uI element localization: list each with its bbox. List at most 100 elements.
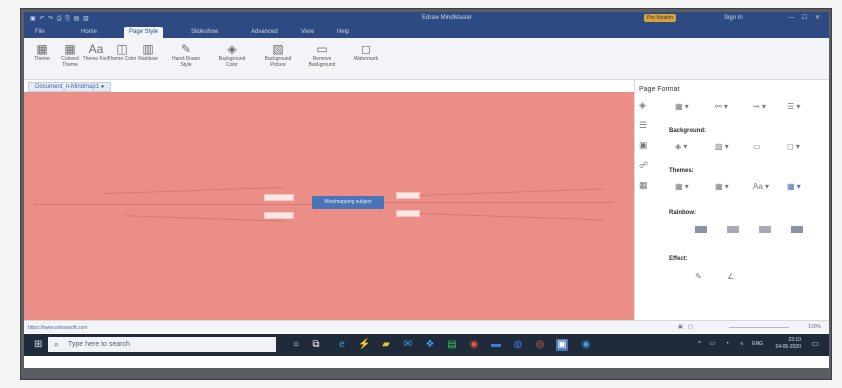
clock-date[interactable]: 24-05-2020	[775, 344, 801, 351]
rainbow-button[interactable]: ▥ Rainbow	[132, 42, 164, 62]
format-icon[interactable]: ◈	[639, 100, 646, 111]
sign-in-link[interactable]: Sign In	[724, 15, 743, 21]
watermark-icon[interactable]: ◻ ▾	[787, 142, 800, 151]
watermark-label: Watermark	[353, 56, 379, 62]
bolt-icon[interactable]: ⚡	[358, 339, 370, 351]
quick-access-toolbar[interactable]: ▣ ↶ ↷ ⎙ ⎘ ▤ ▥	[30, 15, 90, 23]
theme-label: Theme	[34, 56, 50, 62]
dropbox-icon[interactable]: ❖	[424, 339, 436, 351]
pro-version-badge[interactable]: Pro Version	[644, 14, 676, 22]
remove-bg-icon[interactable]: ▭	[753, 142, 761, 151]
remove-background-label: Remove Background	[308, 56, 336, 68]
tab-page-style[interactable]: Page Style	[124, 27, 164, 38]
remove-background-button[interactable]: ▭ Remove Background	[302, 42, 342, 68]
list-icon[interactable]: ☰	[639, 120, 647, 131]
title-bar: ▣ ↶ ↷ ⎙ ⎘ ▤ ▥ Edraw MindMaster Pro Versi…	[24, 12, 829, 26]
app-icon[interactable]: ▤	[446, 339, 458, 351]
themes-heading: Themes:	[669, 168, 694, 174]
main-topic-node[interactable]	[396, 192, 420, 199]
mindmap-canvas[interactable]: Mindmapping subject	[24, 92, 634, 320]
main-topic-node[interactable]	[264, 212, 294, 219]
taskbar-search-box[interactable]: ⌕ Type here to search	[48, 337, 276, 352]
picture-icon[interactable]: ▧ ▾	[715, 142, 729, 151]
file-explorer-icon[interactable]: ▰	[380, 339, 392, 351]
screen: ▣ ↶ ↷ ⎙ ⎘ ▤ ▥ Edraw MindMaster Pro Versi…	[24, 12, 829, 368]
language-indicator[interactable]: ENG	[752, 341, 763, 348]
hand-drawn-effect-icon[interactable]: ✎	[695, 272, 702, 281]
ribbon: ▦ Theme ▦ Colored Theme Aa Theme Font ◫ Them…	[24, 38, 829, 80]
branch-line	[34, 204, 314, 205]
branch-line	[404, 212, 604, 221]
document-tab[interactable]: Document_n-Mindmap1 ●	[28, 82, 112, 92]
chevron-up-icon[interactable]: ^	[698, 341, 701, 348]
zoom-level[interactable]: 100%	[808, 324, 821, 330]
windows-start-icon[interactable]: ⊞	[34, 339, 42, 350]
rainbow-option[interactable]	[791, 226, 803, 233]
panel-title: Page Format	[639, 86, 680, 93]
app-icon[interactable]: ▬	[490, 339, 502, 351]
tab-file[interactable]: File	[30, 27, 50, 38]
zoom-slider[interactable]	[729, 327, 789, 328]
theme-icon[interactable]: ▦ ▾	[675, 182, 689, 191]
rainbow-option[interactable]	[727, 226, 739, 233]
tab-advanced[interactable]: Advanced	[246, 27, 283, 38]
image-icon[interactable]: ▣	[639, 140, 648, 151]
rainbow-icon: ▥	[142, 42, 154, 56]
window-controls[interactable]: — ☐ ✕	[788, 14, 823, 21]
main-topic-node[interactable]	[264, 194, 294, 201]
tab-view[interactable]: View	[296, 27, 319, 38]
paint-bucket-icon: ◈	[227, 42, 237, 56]
website-link[interactable]: https://www.edrawsoft.com	[28, 325, 87, 331]
tab-home[interactable]: Home	[76, 27, 102, 38]
background-picture-button[interactable]: ▧ Background Picture	[258, 42, 298, 68]
line-effect-icon[interactable]: ∠	[727, 272, 734, 281]
background-picture-label: Background Picture	[264, 56, 292, 68]
background-color-button[interactable]: ◈ Background Color	[212, 42, 252, 68]
font-icon[interactable]: Aa ▾	[753, 182, 769, 191]
background-color-label: Background Color	[218, 56, 246, 68]
color-theme-icon[interactable]: ▦ ▾	[787, 182, 801, 191]
system-tray: ^ ▭ ◔ ◃ ENG 23:10 24-05-2020 ▭	[698, 337, 821, 351]
hand-drawn-style-label: Hand-Drawn Style	[171, 56, 201, 68]
tab-slideshow[interactable]: Slideshow	[186, 27, 223, 38]
battery-icon[interactable]: ▭	[709, 341, 715, 348]
align-icon[interactable]: ☰ ▾	[787, 102, 800, 111]
tab-help[interactable]: Help	[332, 27, 354, 38]
share-icon[interactable]: ☍	[639, 160, 648, 171]
mindmaster-icon[interactable]: ▣	[556, 339, 568, 351]
clock-time[interactable]: 23:10	[775, 337, 801, 344]
rainbow-option[interactable]	[695, 226, 707, 233]
mail-icon[interactable]: ✉	[402, 339, 414, 351]
network-icon[interactable]: ◔	[725, 341, 729, 348]
chrome-icon[interactable]: ◉	[468, 339, 480, 351]
app-title: Edraw MindMaster	[422, 15, 473, 21]
rainbow-option[interactable]	[759, 226, 771, 233]
cortana-icon[interactable]: ○	[290, 339, 302, 351]
notification-icon[interactable]: ▭	[811, 340, 819, 348]
main-topic-node[interactable]	[396, 210, 420, 217]
colored-theme-icon[interactable]: ▦ ▾	[715, 182, 729, 191]
fill-icon[interactable]: ◈ ▾	[675, 142, 687, 151]
app-icon[interactable]: ◎	[534, 339, 546, 351]
structure-icon[interactable]: ⚯ ▾	[715, 102, 728, 111]
colored-theme-label: Colored Theme	[61, 56, 79, 68]
picture-icon: ▧	[272, 42, 284, 56]
volume-icon[interactable]: ◃	[740, 341, 743, 348]
effect-heading: Effect:	[669, 256, 688, 262]
layout-icon[interactable]: ▦ ▾	[675, 102, 689, 111]
central-topic-node[interactable]: Mindmapping subject	[312, 196, 384, 209]
branch-line	[124, 215, 284, 222]
windows-taskbar: ⊞ ⌕ Type here to search ○ ⧉ e ⚡ ▰ ✉ ❖ ▤ …	[24, 334, 829, 356]
task-view-icon[interactable]: ⧉	[310, 339, 322, 351]
watermark-button[interactable]: ◻ Watermark	[346, 42, 386, 62]
app-icon[interactable]: ◉	[580, 339, 592, 351]
page-format-panel: Page Format ◈ ☰ ▣ ☍ ▦ ▦ ▾ ⚯ ▾ ⊸ ▾ ☰ ▾ Ba…	[634, 80, 829, 320]
app-icon[interactable]: ◍	[512, 339, 524, 351]
watermark-icon: ◻	[361, 42, 371, 56]
search-placeholder: Type here to search	[68, 341, 130, 348]
page-view-icons[interactable]: ▣ ▢	[678, 324, 695, 330]
hand-drawn-style-button[interactable]: ✎ Hand-Drawn Style	[166, 42, 206, 68]
edge-icon[interactable]: e	[336, 339, 348, 351]
calendar-icon[interactable]: ▦	[639, 180, 648, 191]
connector-icon[interactable]: ⊸ ▾	[753, 102, 766, 111]
